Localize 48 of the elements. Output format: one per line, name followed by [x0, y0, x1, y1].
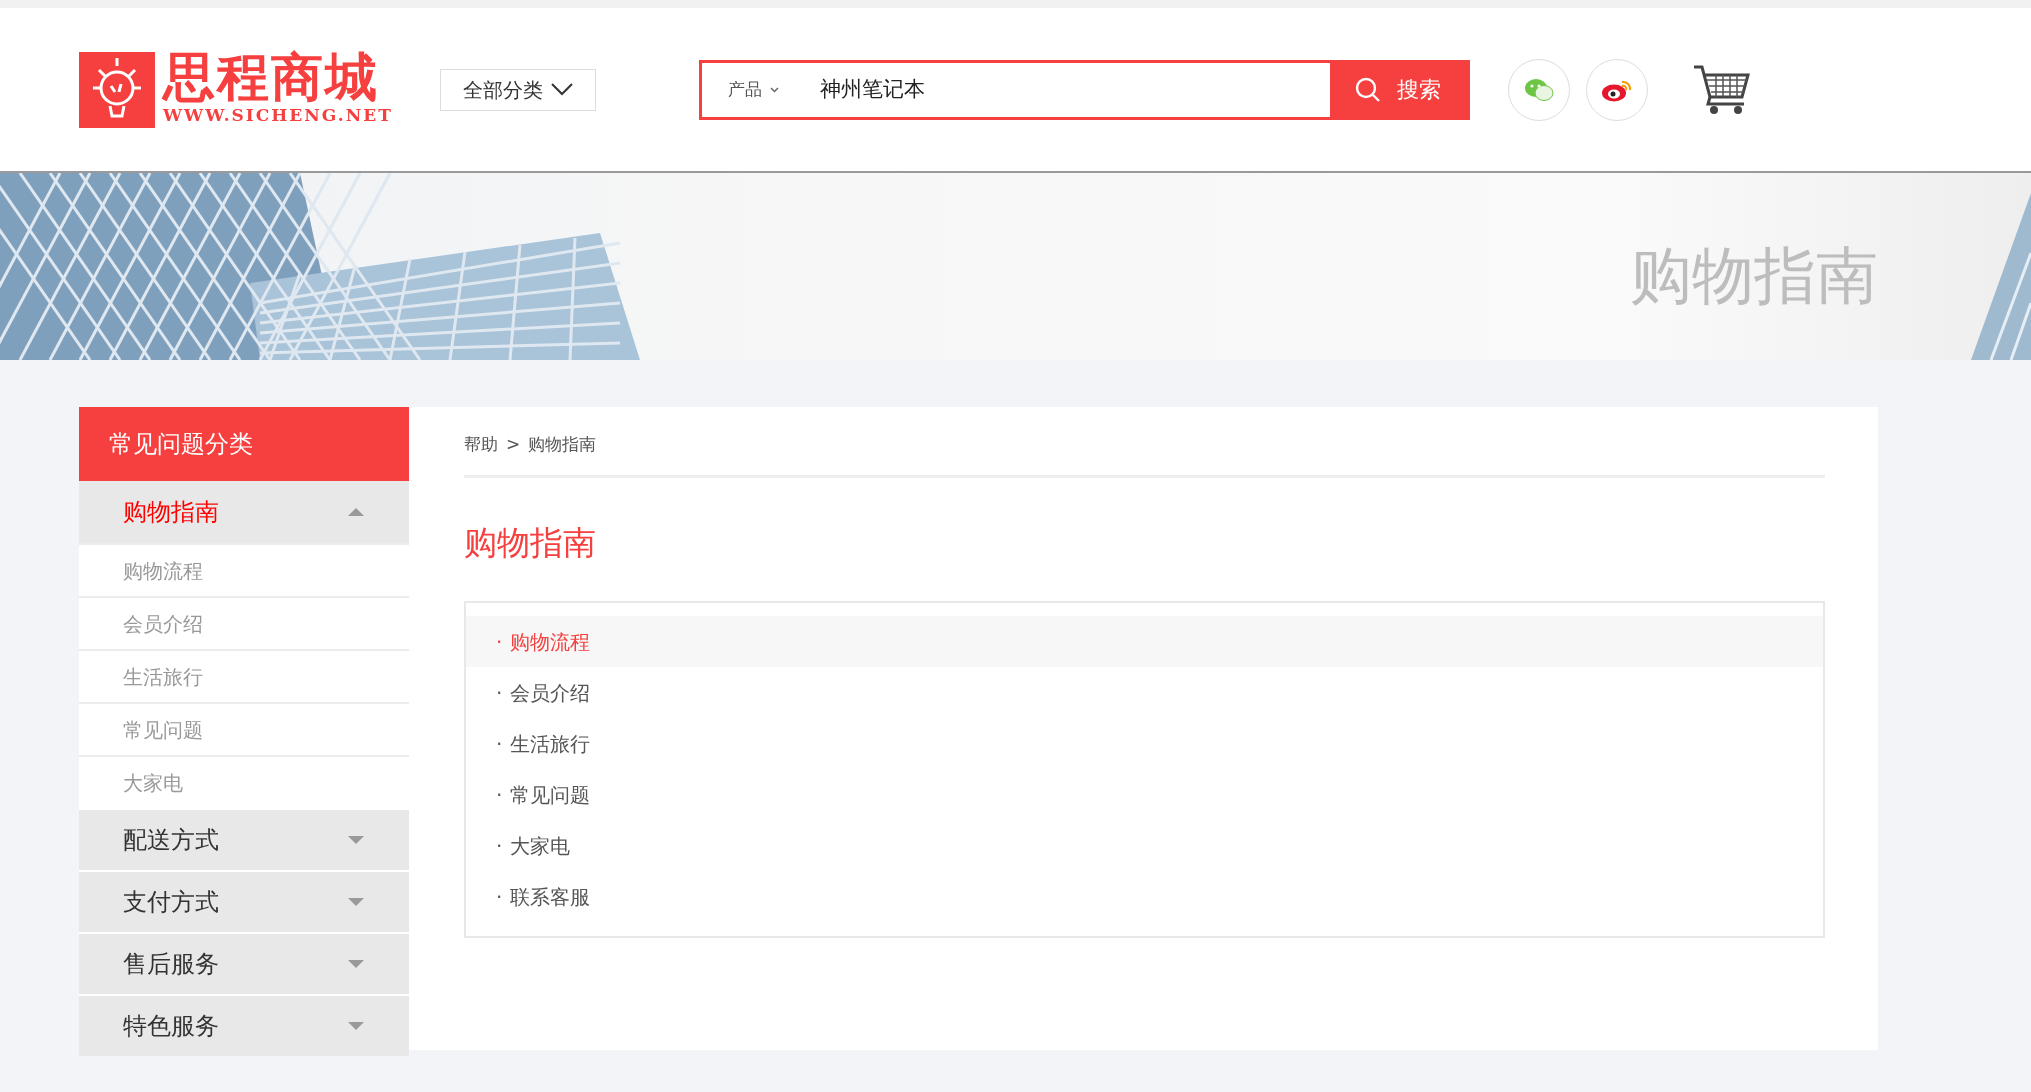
bullet: · [496, 730, 503, 758]
group-label: 购物指南 [123, 497, 219, 528]
chevron-down-icon [550, 83, 573, 96]
group-label: 支付方式 [123, 887, 219, 918]
article-link[interactable]: · 联系客服 [466, 871, 1823, 922]
bullet: · [496, 628, 503, 656]
breadcrumb-current: 购物指南 [528, 433, 597, 456]
chat-bubbles-icon [1523, 76, 1554, 103]
article-title: 购物流程 [510, 628, 591, 656]
group-label: 售后服务 [123, 949, 219, 980]
collapse-arrow-icon[interactable] [348, 508, 364, 516]
bullet: · [496, 781, 503, 809]
category-dropdown[interactable]: 全部分类 [439, 68, 596, 111]
article-link[interactable]: · 大家电 [466, 820, 1823, 871]
article-link[interactable]: · 购物流程 [466, 616, 1823, 667]
article-link[interactable]: · 常见问题 [466, 769, 1823, 820]
search-icon [1355, 76, 1382, 103]
banner-title: 购物指南 [1630, 238, 1878, 314]
breadcrumb-link[interactable]: 帮助 [464, 432, 498, 458]
logo-text: 思程商城 [163, 50, 380, 103]
group-label: 特色服务 [123, 1011, 219, 1042]
article-title: 联系客服 [510, 883, 591, 911]
group-label: 配送方式 [123, 825, 219, 856]
bullet: · [496, 883, 503, 911]
sidebar-group[interactable]: 配送方式 [79, 808, 409, 870]
expand-arrow-icon[interactable] [348, 960, 364, 968]
bullet: · [496, 679, 503, 707]
search-bar[interactable]: 产品 神州笔记本 搜索 [698, 59, 1470, 120]
sidebar-group[interactable]: 支付方式 [79, 870, 409, 932]
article-title: 生活旅行 [510, 730, 591, 758]
sidebar-group[interactable]: 售后服务 [79, 932, 409, 994]
sidebar-group[interactable]: 特色服务 [79, 994, 409, 1056]
expand-arrow-icon[interactable] [348, 898, 364, 906]
article-title: 会员介绍 [510, 679, 591, 707]
expand-arrow-icon[interactable] [348, 1022, 364, 1030]
article-link[interactable]: · 生活旅行 [466, 718, 1823, 769]
article-title: 常见问题 [510, 781, 591, 809]
cart-icon [1691, 63, 1752, 116]
article-link[interactable]: · 会员介绍 [466, 667, 1823, 718]
breadcrumb-separator: > [506, 433, 521, 456]
expand-arrow-icon[interactable] [348, 836, 364, 844]
sidebar-title: 常见问题分类 [79, 407, 409, 481]
logo-url: WWW.SICHENG.NET [163, 103, 393, 127]
search-button[interactable]: 搜索 [1329, 62, 1467, 117]
caret-icon [770, 86, 780, 93]
page-title: 购物指南 [464, 521, 597, 564]
article-title: 大家电 [510, 832, 571, 860]
bullet: · [496, 832, 503, 860]
